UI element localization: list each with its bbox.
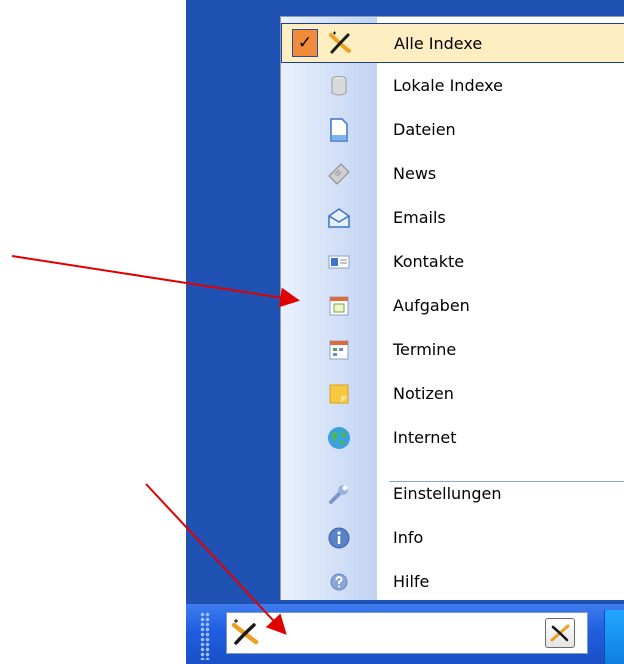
- menu-item-lokale-indexe[interactable]: Lokale Indexe: [281, 67, 624, 105]
- menu-item-einstellungen[interactable]: Einstellungen: [281, 475, 624, 513]
- menu-item-label: Alle Indexe: [394, 34, 483, 53]
- menu-item-internet[interactable]: Internet: [281, 419, 624, 457]
- menu-item-kontakte[interactable]: Kontakte: [281, 243, 624, 281]
- toolbar-grip[interactable]: [200, 612, 210, 660]
- system-tray-edge: [604, 610, 624, 664]
- search-input[interactable]: [267, 621, 531, 647]
- globe-icon: [328, 427, 350, 449]
- menu-item-alle-indexe[interactable]: ✓ Alle Indexe: [281, 23, 624, 63]
- menu-item-emails[interactable]: Emails: [281, 199, 624, 237]
- menu-item-label: Einstellungen: [393, 484, 502, 503]
- check-icon: ✓: [292, 29, 318, 57]
- scope-logo-icon[interactable]: [231, 619, 259, 647]
- menu-item-label: Termine: [393, 340, 457, 359]
- envelope-icon: [328, 208, 350, 228]
- search-button[interactable]: [545, 618, 575, 648]
- menu-item-label: Hilfe: [393, 572, 430, 591]
- contact-card-icon: [328, 255, 350, 269]
- cross-logo-icon: [329, 31, 351, 54]
- info-icon: [328, 527, 350, 549]
- menu-item-label: Info: [393, 528, 424, 547]
- menu-item-aufgaben[interactable]: Aufgaben: [281, 287, 624, 325]
- wrench-icon: [329, 485, 348, 504]
- menu-item-label: Emails: [393, 208, 446, 227]
- database-icon: [331, 76, 347, 96]
- search-button-logo-icon: [550, 624, 570, 642]
- menu-item-label: Kontakte: [393, 252, 465, 271]
- menu-item-label: Notizen: [393, 384, 454, 403]
- menu-item-hilfe[interactable]: Hilfe: [281, 563, 624, 601]
- menu-item-news[interactable]: News: [281, 155, 624, 193]
- document-icon: [330, 118, 348, 142]
- menu-item-dateien[interactable]: Dateien: [281, 111, 624, 149]
- menu-item-termine[interactable]: Termine: [281, 331, 624, 369]
- menu-item-label: Internet: [393, 428, 457, 447]
- help-icon: [330, 573, 348, 591]
- menu-item-label: Dateien: [393, 120, 456, 139]
- index-scope-menu: ✓ Alle Indexe Lokale Indexe Dateien News: [280, 16, 624, 600]
- task-calendar-icon: [329, 296, 349, 316]
- news-tag-icon: [328, 163, 350, 185]
- menu-item-notizen[interactable]: Notizen: [281, 375, 624, 413]
- menu-item-label: News: [393, 164, 437, 183]
- menu-item-info[interactable]: Info: [281, 519, 624, 557]
- calendar-grid-icon: [329, 340, 349, 360]
- deskbar-search: [226, 612, 588, 654]
- note-icon: [329, 384, 349, 404]
- menu-item-label: Aufgaben: [393, 296, 470, 315]
- menu-item-label: Lokale Indexe: [393, 76, 503, 95]
